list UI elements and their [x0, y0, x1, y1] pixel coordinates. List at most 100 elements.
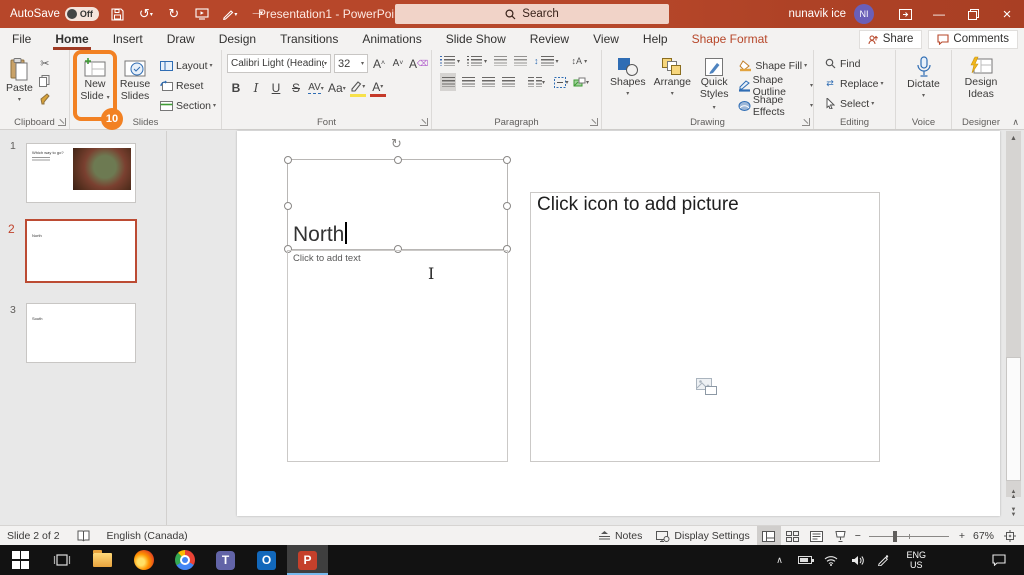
numbering-button[interactable]: ▾	[467, 56, 487, 66]
pen-touch-icon[interactable]: ▾	[221, 5, 239, 23]
smartart-button[interactable]: ▾	[573, 73, 589, 91]
shapes-button[interactable]: Shapes ▾	[610, 52, 646, 114]
justify-button[interactable]	[500, 73, 516, 91]
align-right-button[interactable]	[480, 73, 496, 91]
thumbnail-2[interactable]: North	[25, 219, 137, 283]
resize-handle-n[interactable]	[394, 156, 402, 164]
slide-sorter-view-button[interactable]	[781, 526, 805, 546]
language-switcher[interactable]: ENG US	[898, 550, 934, 570]
search-input[interactable]: Search	[395, 4, 669, 24]
reset-button[interactable]: Reset	[158, 77, 216, 94]
line-spacing-button[interactable]: ↕▾	[534, 56, 559, 66]
firefox-button[interactable]	[123, 545, 164, 575]
outlook-button[interactable]: O	[246, 545, 287, 575]
user-avatar[interactable]: NI	[854, 4, 874, 24]
resize-handle-e[interactable]	[503, 202, 511, 210]
underline-button[interactable]: U	[268, 79, 284, 97]
title-placeholder[interactable]: ↻ North	[287, 159, 508, 250]
scroll-up-arrow[interactable]: ▲	[1006, 131, 1021, 145]
slideshow-view-button[interactable]	[829, 526, 853, 546]
thumbnail-1[interactable]: Which way to go?	[26, 143, 136, 203]
file-explorer-button[interactable]	[82, 545, 123, 575]
tab-file[interactable]: File	[0, 28, 43, 50]
tab-review[interactable]: Review	[518, 28, 581, 50]
start-button[interactable]	[0, 545, 41, 575]
tray-expand-icon[interactable]: ∧	[768, 545, 790, 575]
copy-icon[interactable]	[37, 73, 53, 89]
change-case-button[interactable]: Aa▾	[328, 79, 346, 97]
previous-slide-button[interactable]: ▲▲	[1006, 487, 1021, 503]
insert-picture-icon[interactable]	[696, 378, 718, 396]
redo-icon[interactable]: ↻	[165, 5, 183, 23]
next-slide-button[interactable]: ▼▼	[1006, 505, 1021, 521]
strikethrough-button[interactable]: S	[288, 79, 304, 97]
battery-icon[interactable]	[794, 545, 816, 575]
minimize-button[interactable]: —	[922, 0, 956, 28]
content-placeholder-prompt[interactable]: Click to add text	[293, 253, 361, 264]
chrome-button[interactable]	[164, 545, 205, 575]
tab-animations[interactable]: Animations	[350, 28, 433, 50]
find-button[interactable]: Find	[822, 55, 895, 72]
tab-transitions[interactable]: Transitions	[268, 28, 350, 50]
dictate-button[interactable]: Dictate ▾	[896, 50, 951, 112]
section-button[interactable]: Section▾	[158, 97, 216, 114]
decrease-indent-button[interactable]	[494, 56, 507, 66]
fit-slide-to-window-button[interactable]	[998, 526, 1022, 546]
undo-icon[interactable]: ↺▾	[137, 5, 155, 23]
shrink-font-button[interactable]: A˅	[390, 55, 406, 73]
reading-view-button[interactable]	[805, 526, 829, 546]
align-left-button[interactable]	[440, 73, 456, 91]
content-placeholder[interactable]: Click to add text	[287, 250, 508, 462]
share-button[interactable]: Share	[859, 30, 923, 49]
resize-handle-ne[interactable]	[503, 156, 511, 164]
zoom-percent[interactable]: 67%	[969, 526, 998, 546]
text-direction-button[interactable]: ↕A▾	[572, 56, 588, 66]
italic-button[interactable]: I	[248, 79, 264, 97]
tab-view[interactable]: View	[581, 28, 631, 50]
tab-design[interactable]: Design	[207, 28, 268, 50]
spell-check-button[interactable]	[67, 526, 100, 546]
normal-view-button[interactable]	[757, 526, 781, 546]
vertical-scrollbar-thumb[interactable]	[1006, 357, 1021, 481]
zoom-slider-thumb[interactable]	[893, 531, 897, 542]
close-button[interactable]: ×	[990, 0, 1024, 28]
save-icon[interactable]	[109, 5, 127, 23]
resize-handle-w[interactable]	[284, 202, 292, 210]
wifi-icon[interactable]	[820, 545, 842, 575]
autosave-toggle[interactable]: AutoSave Off	[10, 7, 99, 21]
zoom-out-button[interactable]: −	[853, 526, 863, 546]
font-dialog-launcher[interactable]	[420, 118, 428, 126]
start-slideshow-icon[interactable]	[193, 5, 211, 23]
pen-icon[interactable]	[872, 545, 894, 575]
shape-fill-button[interactable]: Shape Fill▾	[737, 57, 813, 74]
clipboard-dialog-launcher[interactable]	[58, 118, 66, 126]
paragraph-dialog-launcher[interactable]	[590, 118, 598, 126]
cut-icon[interactable]: ✂	[37, 55, 53, 71]
slide-canvas[interactable]: ↻ North Click to add text Click icon to …	[237, 131, 1000, 516]
drawing-dialog-launcher[interactable]	[802, 118, 810, 126]
shape-effects-button[interactable]: Shape Effects▾	[737, 97, 813, 114]
action-center-icon[interactable]	[988, 545, 1010, 575]
thumbnail-3[interactable]: South	[26, 303, 136, 363]
teams-button[interactable]: T	[205, 545, 246, 575]
design-ideas-button[interactable]: Design Ideas	[952, 50, 1010, 112]
notes-button[interactable]: Notes	[591, 526, 649, 546]
display-settings-button[interactable]: Display Settings	[649, 526, 756, 546]
rotate-handle[interactable]: ↻	[391, 136, 402, 152]
text-highlight-button[interactable]: ▾	[350, 79, 366, 97]
tab-home[interactable]: Home	[43, 28, 100, 50]
bold-button[interactable]: B	[228, 79, 244, 97]
task-view-button[interactable]	[41, 545, 82, 575]
picture-placeholder[interactable]: Click icon to add picture	[530, 192, 880, 462]
user-name[interactable]: nunavik ice	[788, 8, 846, 20]
tab-slide-show[interactable]: Slide Show	[434, 28, 518, 50]
clear-formatting-button[interactable]: A⌫	[409, 55, 428, 73]
shape-outline-button[interactable]: Shape Outline▾	[737, 77, 813, 94]
comments-button[interactable]: Comments	[928, 30, 1018, 49]
ribbon-display-options-icon[interactable]	[888, 0, 922, 28]
layout-button[interactable]: Layout▾	[158, 57, 216, 74]
grow-font-button[interactable]: A˄	[371, 55, 387, 73]
bullets-button[interactable]: ▾	[440, 56, 460, 66]
zoom-slider[interactable]	[869, 536, 949, 537]
zoom-in-button[interactable]: +	[955, 526, 969, 546]
